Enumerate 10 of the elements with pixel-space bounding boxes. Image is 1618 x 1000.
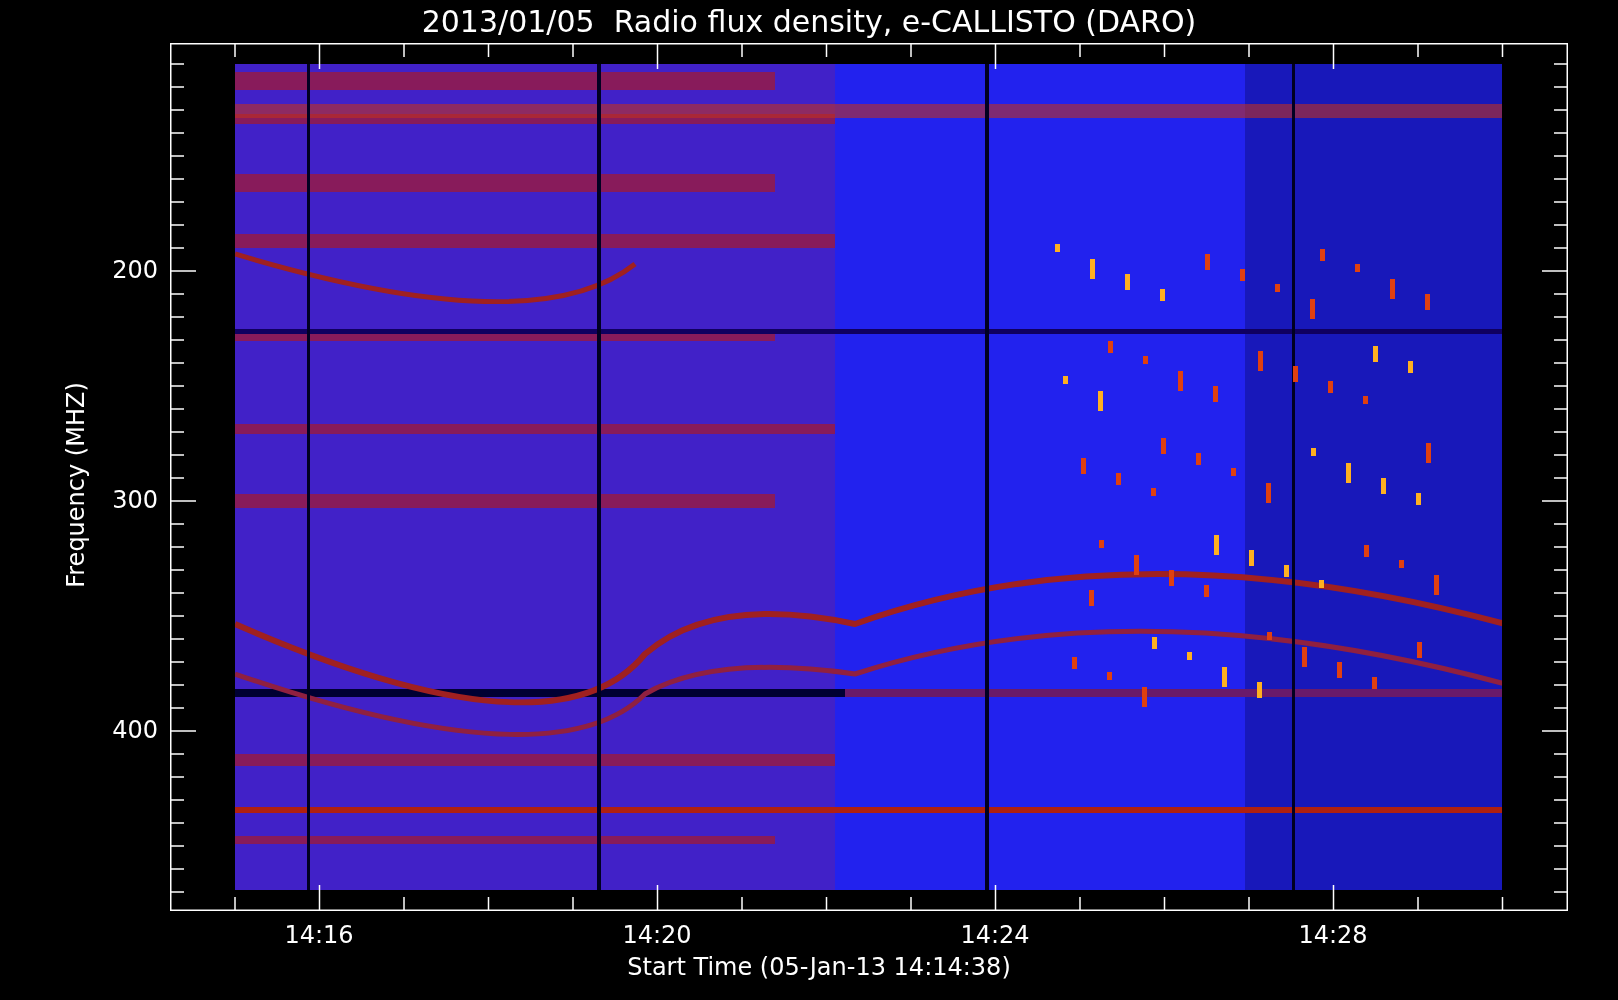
y-tick-label: 400 xyxy=(112,718,158,742)
y-axis-label: Frequency (MHZ) xyxy=(64,381,88,590)
chart-title: 2013/01/05 Radio flux density, e-CALLISTO (DARO) xyxy=(421,6,1197,37)
y-tick-label: 300 xyxy=(112,488,158,512)
x-axis-label: Start Time (05-Jan-13 14:14:38) xyxy=(626,955,1012,979)
x-tick-label: 14:16 xyxy=(283,923,355,947)
x-tick-label: 14:24 xyxy=(959,923,1031,947)
x-tick-label: 14:20 xyxy=(621,923,693,947)
y-tick-label: 200 xyxy=(112,258,158,282)
x-tick-label: 14:28 xyxy=(1297,923,1369,947)
